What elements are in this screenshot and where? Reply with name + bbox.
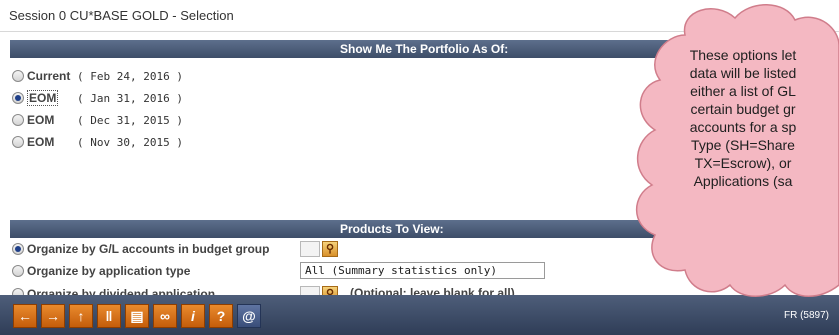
help-icon[interactable]: ? <box>209 304 233 328</box>
option-application-type[interactable]: Organize by application type <box>12 262 190 280</box>
print-icon[interactable]: ▤ <box>125 304 149 328</box>
option-eom-nov-label: EOM <box>27 135 55 149</box>
status-code: FR (5897) <box>783 310 829 321</box>
application-type-select[interactable]: All (Summary statistics only) <box>300 262 545 279</box>
callout-text: These options let data will be listed ei… <box>689 47 797 189</box>
option-application-type-label: Organize by application type <box>27 264 191 278</box>
radio-application-type[interactable] <box>12 265 24 277</box>
option-eom-jan[interactable]: EOM ( Jan 31, 2016 ) <box>12 89 183 107</box>
option-gl-budget-group[interactable]: Organize by G/L accounts in budget group <box>12 240 269 258</box>
radio-eom-nov[interactable] <box>12 136 24 148</box>
option-eom-nov[interactable]: EOM ( Nov 30, 2015 ) <box>12 133 183 151</box>
option-eom-dec-date: ( Dec 31, 2015 ) <box>77 113 183 127</box>
radio-eom-dec[interactable] <box>12 114 24 126</box>
radio-eom-jan[interactable] <box>12 92 24 104</box>
up-arrow-icon[interactable]: ↑ <box>69 304 93 328</box>
at-icon[interactable]: @ <box>237 304 261 328</box>
option-eom-dec[interactable]: EOM ( Dec 31, 2015 ) <box>12 111 183 129</box>
option-current-date: ( Feb 24, 2016 ) <box>77 69 183 83</box>
window-title: Session 0 CU*BASE GOLD - Selection <box>9 8 234 23</box>
option-eom-jan-date: ( Jan 31, 2016 ) <box>77 91 183 105</box>
radio-gl-budget-group[interactable] <box>12 243 24 255</box>
budget-group-lookup-icon[interactable]: ⚲ <box>322 241 338 257</box>
option-current-label: Current <box>27 69 71 83</box>
pause-icon[interactable]: ‖ <box>97 304 121 328</box>
option-current[interactable]: Current ( Feb 24, 2016 ) <box>12 67 183 85</box>
products-heading: Products To View: <box>340 222 444 236</box>
back-arrow-icon[interactable]: ← <box>13 304 37 328</box>
link-icon[interactable]: ∞ <box>153 304 177 328</box>
option-eom-nov-date: ( Nov 30, 2015 ) <box>77 135 183 149</box>
budget-group-field[interactable] <box>300 241 320 257</box>
bottom-toolbar: ← → ↑ ‖ ▤ ∞ i ? @ FR (5897) <box>0 295 839 335</box>
portfolio-heading: Show Me The Portfolio As Of: <box>340 42 509 56</box>
option-eom-jan-label: EOM <box>27 90 59 106</box>
radio-current[interactable] <box>12 70 24 82</box>
option-eom-dec-label: EOM <box>27 113 55 127</box>
forward-arrow-icon[interactable]: → <box>41 304 65 328</box>
info-icon[interactable]: i <box>181 304 205 328</box>
option-gl-budget-group-label: Organize by G/L accounts in budget group <box>27 242 270 256</box>
